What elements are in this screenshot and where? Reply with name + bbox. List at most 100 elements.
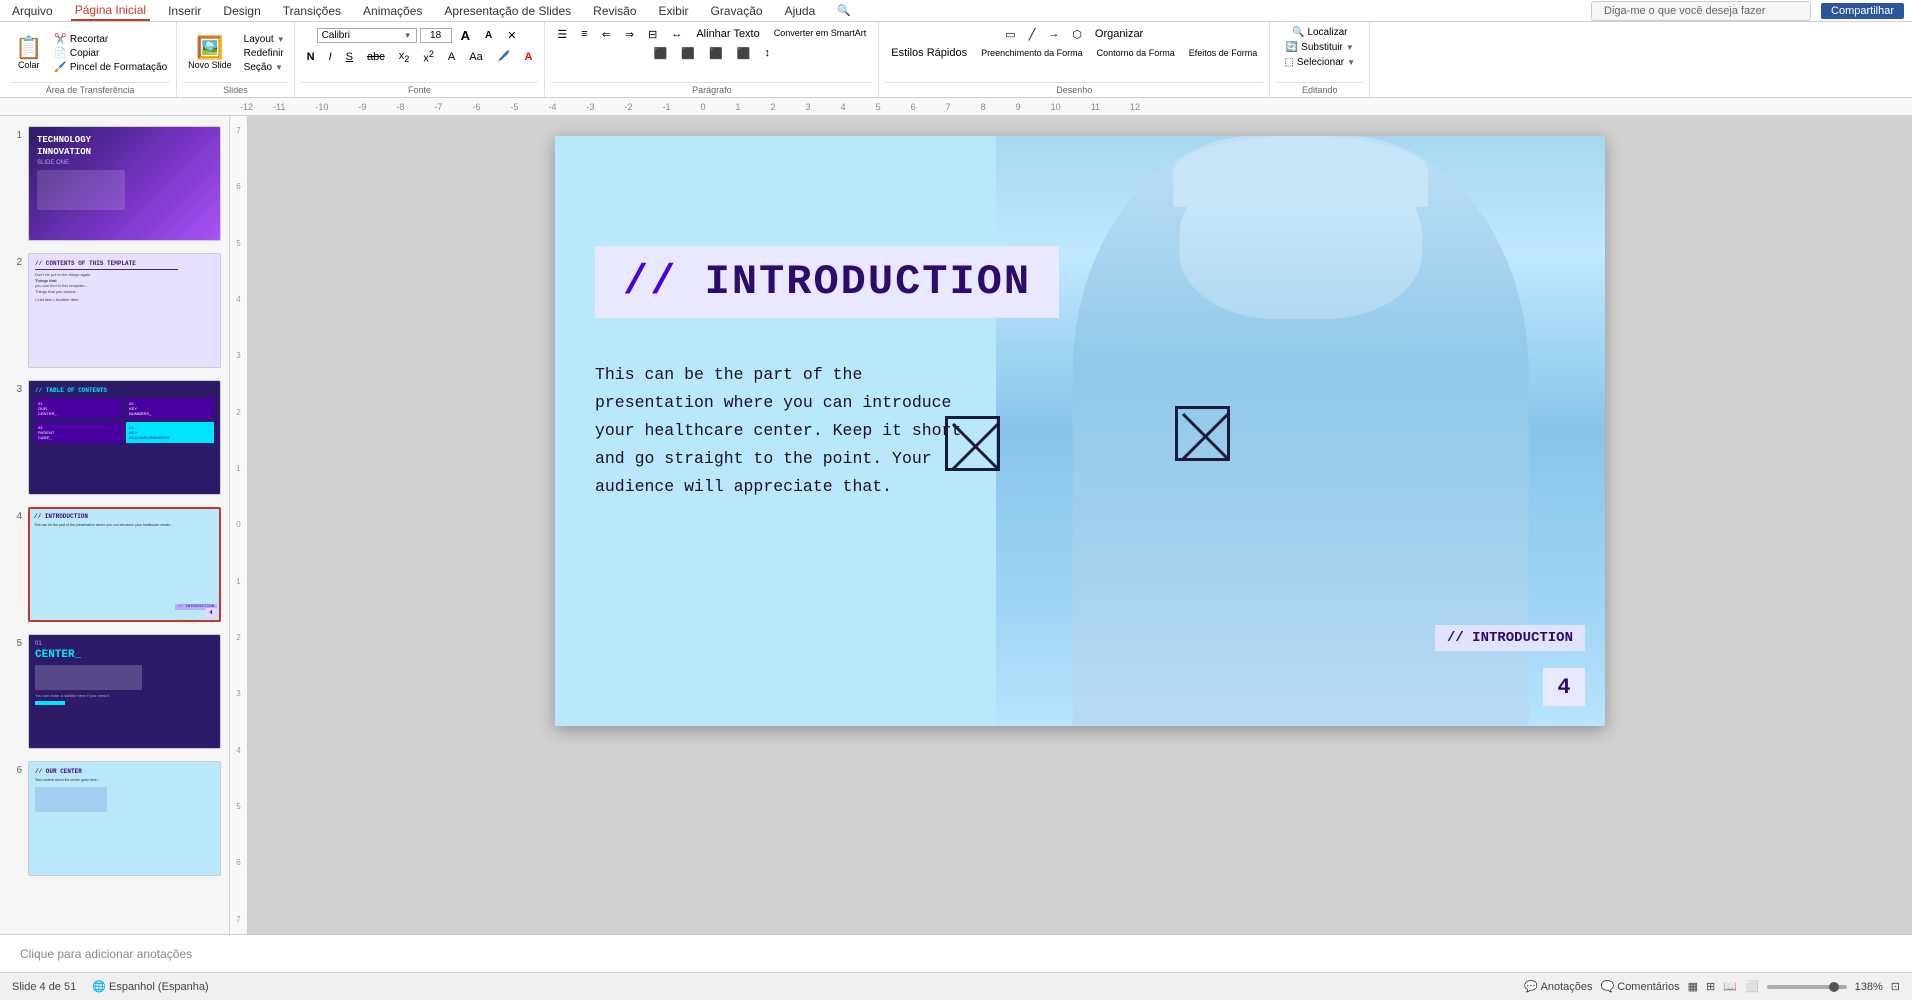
font-section-label: Fonte (301, 82, 539, 95)
section-button[interactable]: Seção ▼ (241, 61, 288, 74)
paste-button[interactable]: 📋 Colar (10, 35, 47, 72)
slide-num-5: 5 (8, 638, 22, 649)
menu-ajuda[interactable]: Ajuda (781, 2, 820, 20)
font-size-input[interactable]: 18 (420, 28, 452, 43)
view-slide-sorter-button[interactable]: ⊞ (1706, 980, 1715, 993)
view-presenter-button[interactable]: ⬜ (1745, 980, 1759, 993)
justify-button[interactable]: ⬛ (731, 45, 757, 62)
line-spacing-button[interactable]: ↕ (758, 45, 776, 62)
italic-button[interactable]: I (323, 49, 338, 65)
menu-pagina-inicial[interactable]: Página Inicial (71, 1, 150, 21)
format-painter-button[interactable]: 🖌️ Pincel de Formatação (51, 61, 170, 74)
slide-thumb-1[interactable]: 1 TECHNOLOGY INNOVATION SLIDE ONE (6, 124, 223, 243)
font-color-button[interactable]: A (442, 49, 461, 65)
font-family-dropdown[interactable]: Calibri▼ (317, 28, 417, 43)
thumb3-item3: 03PATIENTCARE_ (35, 422, 123, 443)
find-button[interactable]: 🔍 Localizar (1289, 26, 1350, 39)
shape-line-button[interactable]: ╱ (1023, 26, 1042, 43)
cut-button[interactable]: ✂️ Recortar (51, 33, 170, 46)
slide-panel: 1 TECHNOLOGY INNOVATION SLIDE ONE 2 // C… (0, 116, 230, 934)
align-left-button[interactable]: ⬛ (648, 45, 674, 62)
menu-animacoes[interactable]: Animações (359, 2, 426, 20)
shape-arrow-button[interactable]: → (1042, 26, 1065, 43)
align-center-button[interactable]: ⬛ (675, 45, 701, 62)
cut-icon: ✂️ (54, 34, 66, 45)
intro-body-text[interactable]: This can be the part of the presentation… (595, 361, 985, 501)
arrange-button[interactable]: Organizar (1089, 26, 1149, 43)
slide-img-5[interactable]: 01 CENTER_ You can enter a sublitle here… (28, 634, 221, 749)
clear-format-button[interactable]: ✕ (501, 27, 522, 44)
slide-num-2: 2 (8, 257, 22, 268)
intro-title: INTRODUCTION (705, 258, 1031, 306)
thumb5-num: 01 (35, 641, 214, 647)
menu-exibir[interactable]: Exibir (655, 2, 693, 20)
menu-gravacao[interactable]: Gravação (707, 2, 767, 20)
strikethrough-button[interactable]: abc (361, 49, 391, 65)
canvas-area[interactable]: // INTRODUCTION This can be the part of … (248, 116, 1912, 934)
slide-img-3[interactable]: // TABLE OF CONTENTS 01OURCENTER_ 02KEYN… (28, 380, 221, 495)
font-size-input2[interactable]: Aa (463, 49, 488, 65)
column-button[interactable]: ⊟ (642, 26, 663, 43)
clipboard-small-group: ✂️ Recortar 📄 Copiar 🖌️ Pincel de Format… (51, 33, 170, 74)
view-reading-button[interactable]: 📖 (1723, 980, 1737, 993)
underline-button[interactable]: S (340, 49, 359, 65)
font-size-decrease-button[interactable]: A (479, 28, 498, 43)
reset-button[interactable]: Redefinir (241, 47, 288, 60)
zoom-fit-button[interactable]: ⊡ (1891, 980, 1900, 993)
layout-button[interactable]: Layout ▼ (241, 33, 288, 46)
fill-button[interactable]: Preenchimento da Forma (975, 46, 1089, 60)
select-button[interactable]: ⬚ Selecionar ▼ (1281, 56, 1358, 69)
superscript-button[interactable]: x2 (417, 47, 440, 67)
menu-revisao[interactable]: Revisão (589, 2, 640, 20)
increase-indent-button[interactable]: ⇒ (619, 26, 640, 43)
shape-more-button[interactable]: ⬡ (1066, 26, 1088, 43)
slide-thumb-6[interactable]: 6 // OUR CENTER Text content about the c… (6, 759, 223, 878)
subscript-button[interactable]: x2 (393, 48, 416, 66)
copy-button[interactable]: 📄 Copiar (51, 47, 170, 60)
slide-img-1[interactable]: TECHNOLOGY INNOVATION SLIDE ONE (28, 126, 221, 241)
menu-inserir[interactable]: Inserir (164, 2, 205, 20)
zoom-handle[interactable] (1829, 982, 1839, 992)
quick-styles-button[interactable]: Estilos Rápidos (885, 45, 973, 61)
search-bar[interactable]: Diga-me o que você deseja fazer (1591, 1, 1811, 21)
align-button[interactable]: Alinhar Texto (690, 26, 765, 43)
paragraph-section-label: Parágrafo (551, 82, 872, 95)
thumb5-bar (35, 701, 65, 705)
slide-thumb-5[interactable]: 5 01 CENTER_ You can enter a sublitle he… (6, 632, 223, 751)
intro-title-box[interactable]: // INTRODUCTION (595, 246, 1059, 318)
font-size-increase-button[interactable]: A (455, 26, 476, 45)
replace-button[interactable]: 🔄 Substituir ▼ (1283, 41, 1357, 54)
slides-label: Slides (183, 82, 287, 95)
decrease-indent-button[interactable]: ⇐ (596, 26, 617, 43)
thumb2-footer: • List item • Another item (35, 297, 214, 302)
notes-bar[interactable]: Clique para adicionar anotações (0, 934, 1912, 972)
text-direction-button[interactable]: ↔ (665, 26, 688, 43)
text-color-button[interactable]: A (518, 49, 538, 65)
outline-button[interactable]: Contorno da Forma (1091, 46, 1181, 60)
smartart-button[interactable]: Converter em SmartArt (768, 26, 873, 43)
slide-thumb-4[interactable]: 4 // INTRODUCTION This can be the part o… (6, 505, 223, 624)
menu-transicoes[interactable]: Transições (279, 2, 345, 20)
align-right-button[interactable]: ⬛ (703, 45, 729, 62)
view-normal-button[interactable]: ▦ (1688, 980, 1698, 993)
slide-img-4[interactable]: // INTRODUCTION This can be the part of … (28, 507, 221, 622)
shape-rect-button[interactable]: ▭ (999, 26, 1021, 43)
annotations-button[interactable]: 💬 Anotações (1524, 980, 1592, 993)
zoom-slider[interactable] (1767, 985, 1847, 989)
menu-arquivo[interactable]: Arquivo (8, 2, 57, 20)
slide-img-6[interactable]: // OUR CENTER Text content about the cen… (28, 761, 221, 876)
menu-apresentacao[interactable]: Apresentação de Slides (440, 2, 575, 20)
new-slide-button[interactable]: 🖼️ Novo Slide (183, 35, 237, 72)
numbered-list-button[interactable]: ≡ (575, 26, 593, 43)
effects-button[interactable]: Efeitos de Forma (1183, 46, 1264, 60)
bullet-list-button[interactable]: ☰ (551, 26, 573, 43)
slide-thumb-2[interactable]: 2 // CONTENTS OF THIS TEMPLATE Don't be … (6, 251, 223, 370)
share-button[interactable]: Compartilhar (1821, 3, 1904, 19)
bold-button[interactable]: N (301, 49, 321, 65)
slide-thumb-3[interactable]: 3 // TABLE OF CONTENTS 01OURCENTER_ 02KE… (6, 378, 223, 497)
slide-img-2[interactable]: // CONTENTS OF THIS TEMPLATE Don't be pu… (28, 253, 221, 368)
highlight-button[interactable]: 🖊️ (491, 48, 517, 65)
menu-design[interactable]: Design (219, 2, 264, 20)
main-slide[interactable]: // INTRODUCTION This can be the part of … (555, 136, 1605, 726)
comments-button[interactable]: 🗨️ Comentários (1600, 980, 1679, 993)
